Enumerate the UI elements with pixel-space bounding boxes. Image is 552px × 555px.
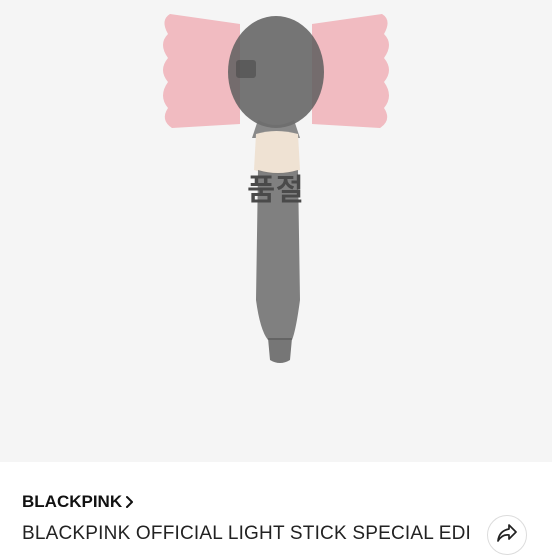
product-title: BLACKPINK OFFICIAL LIGHT STICK SPECIAL E… xyxy=(22,523,472,544)
lightstick-illustration xyxy=(163,14,389,363)
share-button[interactable] xyxy=(487,515,527,555)
sold-out-badge: 품절 xyxy=(247,173,305,208)
brand-name: BLACKPINK xyxy=(22,492,123,511)
share-icon xyxy=(496,523,518,548)
brand-link[interactable]: BLACKPINK xyxy=(22,492,134,512)
product-image[interactable]: 품절 xyxy=(0,0,552,462)
chevron-right-icon xyxy=(125,495,134,509)
